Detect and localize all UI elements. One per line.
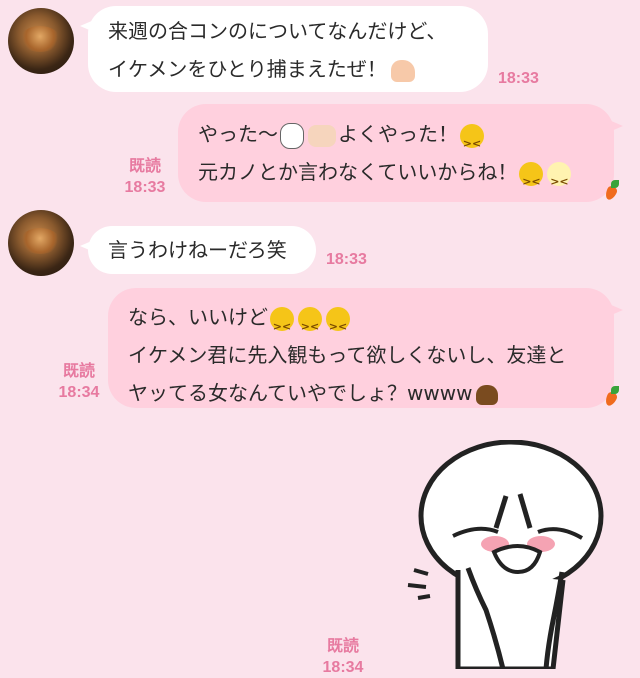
angry-face-icon: [326, 306, 350, 346]
message-line: 来週の合コンのについてなんだけど、: [108, 19, 447, 43]
message-time: 18:33: [124, 179, 166, 196]
carrot-icon: [604, 180, 619, 200]
message-time: 18:33: [498, 70, 539, 87]
message-time: 18:33: [326, 251, 367, 268]
message-bubble-incoming[interactable]: 来週の合コンのについてなんだけど、 イケメンをひとり捕まえたぜ！: [80, 6, 488, 92]
message-line: やった〜: [198, 122, 278, 146]
read-label: 既読: [326, 638, 359, 655]
read-receipt: 既読 18:33: [120, 156, 170, 198]
read-receipt: 既読 18:34: [52, 361, 106, 403]
message-line: イケメンをひとり捕まえたぜ！: [108, 57, 387, 81]
message-line: イケメン君に先入観もって欲しくないし、友達と: [128, 343, 567, 367]
carrot-icon: [604, 386, 619, 406]
message-line: なら、いいけど: [128, 305, 268, 329]
message-bubble-outgoing[interactable]: やった〜 よくやった！ 元カノとか言わなくていいからね！: [178, 104, 623, 202]
message-line: 言うわけねーだろ笑: [108, 238, 287, 262]
poop-icon: [476, 384, 499, 405]
message-bubble-outgoing[interactable]: なら、いいけど イケメン君に先入観もって欲しくないし、友達と ヤッてる女なんてい…: [108, 288, 623, 408]
message-line: よくやった！: [338, 122, 458, 146]
bunny-face-icon: [280, 122, 304, 149]
angry-face-icon: [460, 123, 484, 163]
muscle-icon: [390, 59, 415, 82]
message-bubble-incoming[interactable]: 言うわけねーだろ笑: [80, 226, 316, 274]
moon-character-sticker[interactable]: [398, 440, 608, 669]
message-line: ヤッてる女なんていやでしょ？wwww: [128, 381, 473, 405]
message-time: 18:34: [58, 384, 100, 401]
angry-face-icon: [270, 306, 294, 346]
read-label: 既読: [62, 363, 95, 380]
message-line: 元カノとか言わなくていいからね！: [198, 160, 518, 184]
sender-avatar[interactable]: [8, 8, 74, 74]
angry-face-icon: [298, 306, 322, 346]
read-label: 既読: [128, 158, 161, 175]
clapping-hands-icon: [308, 124, 336, 147]
read-receipt: 既読 18:34: [318, 636, 368, 678]
message-time: 18:34: [322, 659, 364, 676]
fuming-face-icon: [547, 161, 572, 201]
sender-avatar[interactable]: [8, 210, 74, 276]
crying-face-icon: [519, 161, 544, 201]
